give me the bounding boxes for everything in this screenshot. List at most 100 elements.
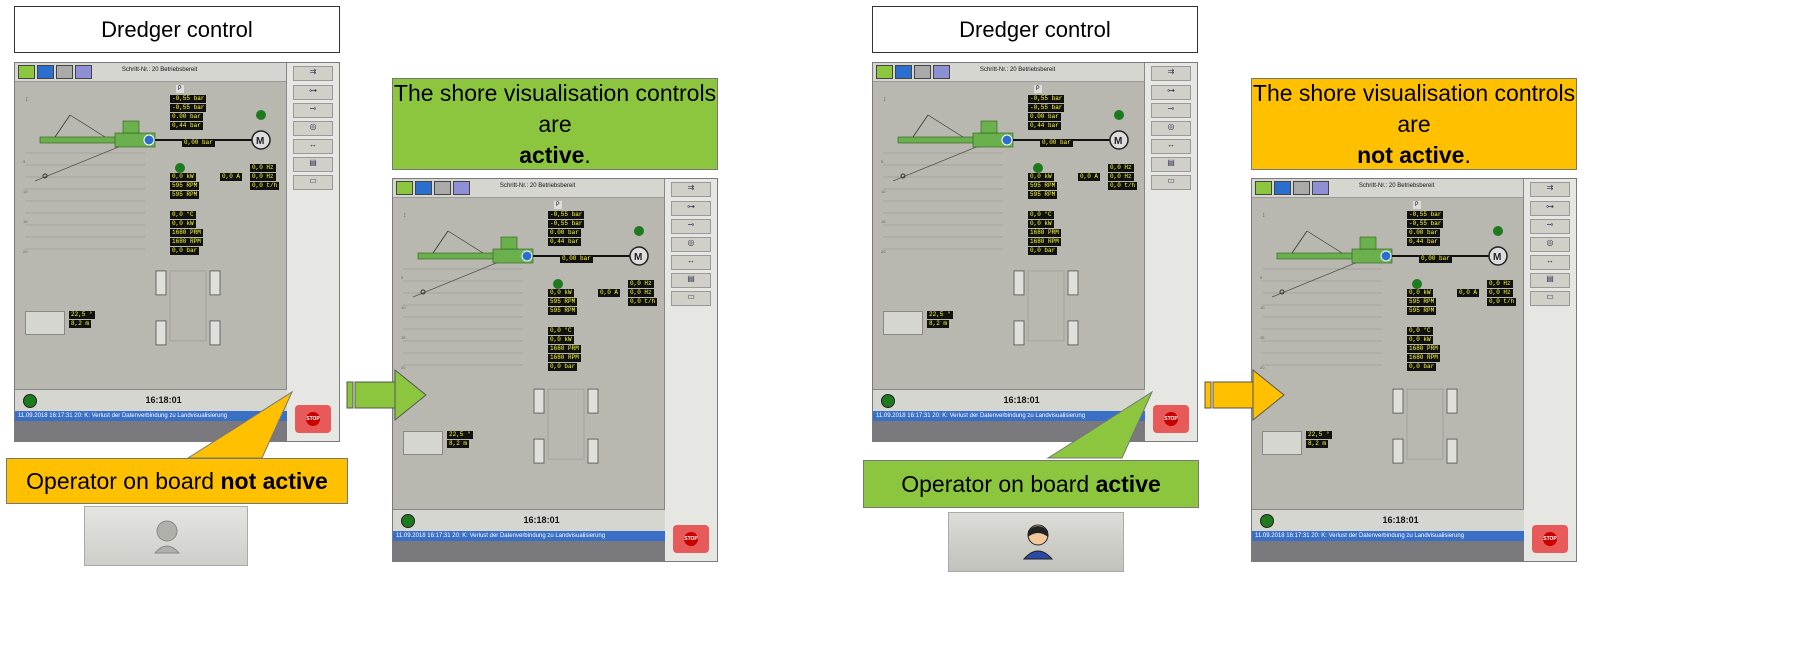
pressure-readout-3: 0.00 bar (1407, 229, 1440, 237)
right-operator-button[interactable] (948, 512, 1124, 572)
right-operator-pointer (1046, 390, 1154, 459)
start-icon[interactable] (401, 514, 415, 528)
settings-icon[interactable] (56, 65, 73, 79)
left-title: Dredger control (14, 6, 340, 53)
svg-text:↕: ↕ (25, 96, 29, 103)
start-icon[interactable] (23, 394, 37, 408)
engine-readout-3: 1680 PRM (170, 229, 203, 237)
p-label: P (1413, 201, 1421, 209)
valve-button[interactable]: ⊸ (671, 219, 711, 234)
engine-readout-4: 1680 RPM (1407, 354, 1440, 362)
settings-icon[interactable] (914, 65, 931, 79)
drill-icon[interactable] (396, 181, 413, 195)
pressure-readout-4: 0,44 bar (1407, 238, 1440, 246)
engine-readout-4: 1680 RPM (170, 238, 203, 246)
right-control-panel: ⇉ ⊶ ⊸ ◎ ↔ ▤ ▭ (664, 179, 717, 561)
dredger-profile-diagram: M5101520↕ (881, 96, 1129, 346)
pressure-readout-2: -0,55 bar (548, 220, 585, 228)
log-button[interactable]: ▤ (293, 157, 333, 172)
svg-text:M: M (256, 136, 264, 147)
right-title: Dredger control (872, 6, 1198, 53)
winch-up-down-button[interactable] (883, 311, 923, 335)
stop-icon: STOP (684, 532, 698, 546)
pressure-readout-3: 0.00 bar (170, 113, 203, 121)
flow-readout-3: 0,0 t/h (250, 182, 280, 190)
engine-readout-2: 0,0 kW (1407, 336, 1433, 344)
left-shore-callout-line1: The shore visualisation controls are (393, 78, 717, 140)
winch-angle-readout: 22,5 ° (447, 431, 473, 439)
engine-readout-1: 0,0 °C (548, 327, 574, 335)
dredge-mode-button[interactable]: ⇉ (293, 66, 333, 81)
valve-button[interactable]: ⊸ (1530, 219, 1570, 234)
glasses-icon[interactable] (75, 65, 92, 79)
coupling-button[interactable]: ↔ (1530, 255, 1570, 270)
glasses-icon[interactable] (933, 65, 950, 79)
dredge-mode-button[interactable]: ⇉ (1151, 66, 1191, 81)
left-operator-button[interactable] (84, 506, 248, 566)
flow-readout-1: 0,0 Hz (250, 164, 276, 172)
winch-up-down-button[interactable] (25, 311, 65, 335)
dredge-mode-button[interactable]: ⇉ (1530, 182, 1570, 197)
navigation-icon[interactable] (415, 181, 432, 195)
drill-icon[interactable] (876, 65, 893, 79)
dredge-mode-button[interactable]: ⇉ (671, 182, 711, 197)
coupling-button[interactable]: ↔ (293, 139, 333, 154)
engine-readout-2: 0,0 kW (548, 336, 574, 344)
p-label: P (554, 201, 562, 209)
coupling-button[interactable]: ↔ (1151, 139, 1191, 154)
svg-text:5: 5 (1260, 275, 1263, 280)
valve-button[interactable]: ⊸ (293, 103, 333, 118)
settings-icon[interactable] (434, 181, 451, 195)
pump-button[interactable]: ◎ (293, 121, 333, 136)
emergency-stop-button[interactable]: STOP (673, 525, 709, 553)
step-info: Schritt-Nr.: 20 Betriebsbereit (121, 67, 198, 73)
pump-button[interactable]: ◎ (1530, 237, 1570, 252)
drill-icon[interactable] (1255, 181, 1272, 195)
pipe-button[interactable]: ⊶ (1151, 85, 1191, 100)
pipe-button[interactable]: ⊶ (1530, 201, 1570, 216)
meter-button[interactable]: ▭ (293, 175, 333, 190)
meter-button[interactable]: ▭ (1151, 175, 1191, 190)
glasses-icon[interactable] (453, 181, 470, 195)
log-button[interactable]: ▤ (1151, 157, 1191, 172)
drill-icon[interactable] (18, 65, 35, 79)
winch-up-down-button[interactable] (403, 431, 443, 455)
winch-length-readout: 8,2 m (447, 440, 470, 448)
status-bar: 16:18:01 (1252, 509, 1524, 532)
engine-readout-4: 1680 RPM (548, 354, 581, 362)
dredger-profile-diagram: M5101520↕ (401, 212, 649, 464)
start-icon[interactable] (881, 394, 895, 408)
navigation-icon[interactable] (1274, 181, 1291, 195)
log-button[interactable]: ▤ (1530, 273, 1570, 288)
step-info: Schritt-Nr.: 20 Betriebsbereit (499, 183, 576, 189)
left-shore-text: The shore visualisation controls are (393, 79, 717, 137)
pressure-readout-5: 0,00 bar (182, 139, 215, 147)
svg-text:↕: ↕ (883, 96, 887, 103)
valve-button[interactable]: ⊸ (1151, 103, 1191, 118)
pipe-button[interactable]: ⊶ (671, 201, 711, 216)
left-operator-text: Operator on board (26, 467, 221, 494)
current-readout: 0,0 A (1078, 173, 1101, 181)
engine-readout-2: 0,0 kW (1028, 220, 1054, 228)
flow-readout-1: 0,0 Hz (1108, 164, 1134, 172)
flow-readout-3: 0,0 t/h (1108, 182, 1138, 190)
emergency-stop-button[interactable]: STOP (1532, 525, 1568, 553)
coupling-button[interactable]: ↔ (671, 255, 711, 270)
engine-readout-5: 0,0 bar (548, 363, 578, 371)
pipe-button[interactable]: ⊶ (293, 85, 333, 100)
current-readout: 0,0 A (220, 173, 243, 181)
start-icon[interactable] (1260, 514, 1274, 528)
log-button[interactable]: ▤ (671, 273, 711, 288)
winch-up-down-button[interactable] (1262, 431, 1302, 455)
dredger-profile-diagram: M5101520↕ (1260, 212, 1508, 464)
pump-button[interactable]: ◎ (1151, 121, 1191, 136)
settings-icon[interactable] (1293, 181, 1310, 195)
navigation-icon[interactable] (37, 65, 54, 79)
meter-button[interactable]: ▭ (671, 291, 711, 306)
glasses-icon[interactable] (1312, 181, 1329, 195)
navigation-icon[interactable] (895, 65, 912, 79)
svg-text:10: 10 (881, 189, 886, 194)
motor-speed-set-readout: 595 RPM (548, 307, 578, 315)
meter-button[interactable]: ▭ (1530, 291, 1570, 306)
pump-button[interactable]: ◎ (671, 237, 711, 252)
